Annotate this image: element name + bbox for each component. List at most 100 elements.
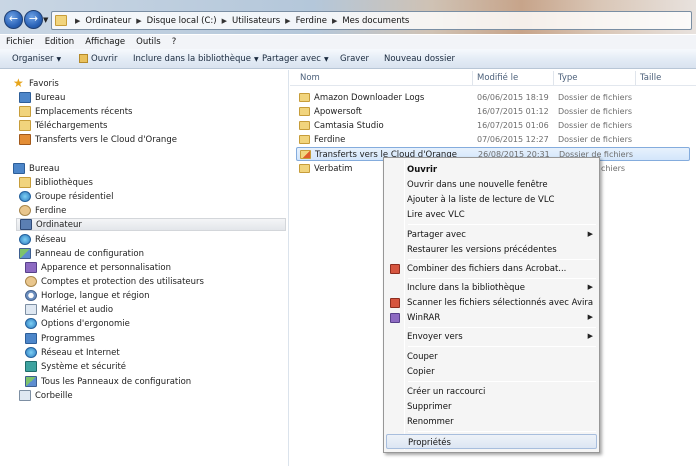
desktop-icon [13,163,25,174]
nav-label: Horloge, langue et région [41,290,150,301]
nav-computer[interactable]: Ordinateur [16,218,286,231]
menu-view[interactable]: Affichage [85,37,125,47]
column-headers: Nom Modifié le Type Taille [290,70,696,86]
folder-icon [299,135,310,144]
file-row[interactable]: Camtasia Studio 16/07/2015 01:06 Dossier… [296,119,690,133]
nav-cp-ease-of-access[interactable]: Options d'ergonomie [25,317,130,330]
nav-favorites[interactable]: ★ Favoris [13,77,59,90]
nav-cp-appearance[interactable]: Apparence et personnalisation [25,261,171,274]
nav-label: Panneau de configuration [35,248,144,259]
nav-cp-network-internet[interactable]: Réseau et Internet [25,346,120,359]
ctx-rename[interactable]: Renommer [386,414,597,429]
ctx-open-new-window[interactable]: Ouvrir dans une nouvelle fenêtre [386,177,597,192]
nav-cp-programs[interactable]: Programmes [25,332,95,345]
file-name: Camtasia Studio [314,121,384,131]
ctx-send-to[interactable]: Envoyer vers ▶ [386,329,597,344]
nav-network[interactable]: Réseau [19,233,66,246]
nav-label: Emplacements récents [35,106,133,117]
network-internet-icon [25,347,37,358]
column-header-size[interactable]: Taille [640,73,661,83]
ctx-include-library[interactable]: Inclure dans la bibliothèque ▶ [386,280,597,295]
folder-icon [299,93,310,102]
menu-separator [408,381,596,382]
file-row[interactable]: Apowersoft 16/07/2015 01:12 Dossier de f… [296,105,690,119]
ctx-create-shortcut[interactable]: Créer un raccourci [386,384,597,399]
chevron-right-icon[interactable]: ▶ [75,16,80,26]
nav-cp-system-security[interactable]: Système et sécurité [25,360,126,373]
address-bar[interactable]: ▶ Ordinateur ▶ Disque local (C:) ▶ Utili… [51,11,692,30]
breadcrumb-documents[interactable]: Mes documents [342,16,409,26]
column-header-name[interactable]: Nom [300,73,320,83]
include-library-button[interactable]: Inclure dans la bibliothèque ▼ [133,54,259,64]
ctx-label: Créer un raccourci [407,387,486,397]
ctx-vlc-add-playlist[interactable]: Ajouter à la liste de lecture de VLC [386,192,597,207]
nav-orange-cloud[interactable]: Transferts vers le Cloud d'Orange [19,133,177,146]
breadcrumb-computer[interactable]: Ordinateur [85,16,131,26]
folder-icon [55,15,67,26]
downloads-icon [19,120,31,131]
back-button[interactable]: ← [4,10,23,29]
ctx-acrobat-combine[interactable]: Combiner des fichiers dans Acrobat... [386,261,597,276]
share-with-button[interactable]: Partager avec ▼ [262,54,329,64]
nav-libraries[interactable]: Bibliothèques [19,176,93,189]
burn-button[interactable]: Graver [340,54,369,64]
file-row[interactable]: Amazon Downloader Logs 06/06/2015 18:19 … [296,91,690,105]
nav-label: Favoris [29,78,59,89]
nav-label: Transferts vers le Cloud d'Orange [35,134,177,145]
column-header-type[interactable]: Type [558,73,578,83]
menu-tools[interactable]: Outils [136,37,161,47]
breadcrumb-local-disk[interactable]: Disque local (C:) [147,16,217,26]
ctx-restore-versions[interactable]: Restaurer les versions précédentes [386,242,597,257]
recent-pages-chevron-icon[interactable]: ▼ [43,16,48,24]
nav-label: Réseau et Internet [41,347,120,358]
column-divider[interactable] [635,71,636,85]
nav-label: Groupe résidentiel [35,191,114,202]
column-divider[interactable] [553,71,554,85]
nav-desktop[interactable]: Bureau [19,91,65,104]
chevron-right-icon[interactable]: ▶ [332,16,337,26]
organize-button[interactable]: Organiser ▼ [12,54,61,64]
ctx-avira-scan[interactable]: Scanner les fichiers sélectionnés avec A… [386,295,597,310]
chevron-right-icon[interactable]: ▶ [222,16,227,26]
ctx-label: Restaurer les versions précédentes [407,245,557,255]
nav-recent-places[interactable]: Emplacements récents [19,105,132,118]
submenu-arrow-icon: ▶ [587,230,593,238]
nav-homegroup[interactable]: Groupe résidentiel [19,190,113,203]
menu-file[interactable]: Fichier [6,37,34,47]
breadcrumb-user[interactable]: Ferdine [296,16,327,26]
ctx-label: Propriétés [408,438,451,448]
nav-cp-user-accounts[interactable]: Comptes et protection des utilisateurs [25,275,204,288]
nav-cp-all-panels[interactable]: Tous les Panneaux de configuration [25,375,191,388]
nav-cp-hardware-sound[interactable]: Matériel et audio [25,303,113,316]
ctx-delete[interactable]: Supprimer [386,399,597,414]
ctx-label: Ouvrir [407,165,438,175]
open-button[interactable]: Ouvrir [91,54,117,64]
ctx-properties[interactable]: Propriétés [386,434,597,449]
ctx-cut[interactable]: Couper [386,349,597,364]
nav-user-folder[interactable]: Ferdine [19,204,66,217]
ctx-share-with[interactable]: Partager avec ▶ [386,227,597,242]
ctx-open[interactable]: Ouvrir [386,162,597,177]
ctx-copy[interactable]: Copier [386,364,597,379]
chevron-right-icon[interactable]: ▶ [136,16,141,26]
nav-control-panel[interactable]: Panneau de configuration [19,247,144,260]
nav-label: Réseau [35,234,67,245]
nav-recycle-bin[interactable]: Corbeille [19,389,73,402]
menu-separator [408,346,596,347]
nav-cp-clock-region[interactable]: Horloge, langue et région [25,289,150,302]
ctx-vlc-play[interactable]: Lire avec VLC [386,207,597,222]
ctx-winrar[interactable]: WinRAR ▶ [386,310,597,325]
file-date: 07/06/2015 12:27 [477,135,549,144]
column-header-modified[interactable]: Modifié le [477,73,518,83]
nav-downloads[interactable]: Téléchargements [19,119,107,132]
chevron-right-icon[interactable]: ▶ [285,16,290,26]
new-folder-button[interactable]: Nouveau dossier [384,54,455,64]
menu-edit[interactable]: Edition [45,37,74,47]
breadcrumb-users[interactable]: Utilisateurs [232,16,280,26]
nav-bureau[interactable]: Bureau [13,162,59,175]
title-bar: ← → ▼ ▶ Ordinateur ▶ Disque local (C:) ▶… [0,0,696,34]
column-divider[interactable] [472,71,473,85]
forward-button[interactable]: → [24,10,43,29]
menu-help[interactable]: ? [172,37,177,47]
file-row[interactable]: Ferdine 07/06/2015 12:27 Dossier de fich… [296,133,690,147]
